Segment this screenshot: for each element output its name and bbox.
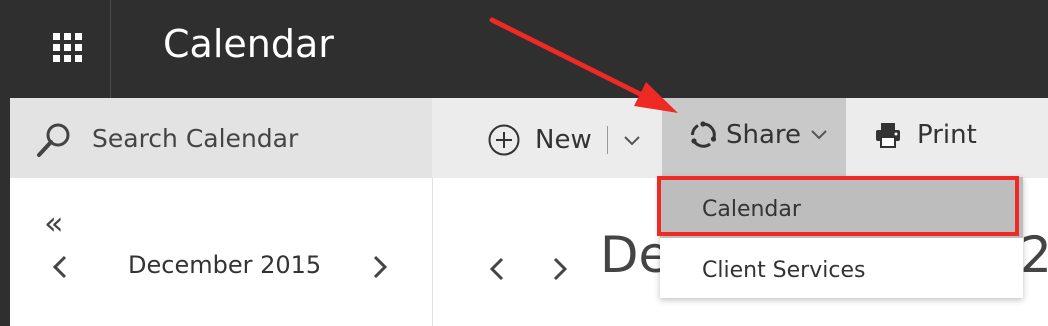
waffle-icon [53,33,86,66]
app-launcher-button[interactable] [10,0,111,98]
print-button[interactable]: Print [873,120,977,150]
search-input[interactable]: Search Calendar [92,124,298,153]
mini-calendar-month: December 2015 [128,251,322,279]
search-icon [37,123,70,157]
chevron-right-icon[interactable] [370,254,390,280]
chevron-right-icon[interactable] [550,256,570,282]
print-button-label: Print [917,120,977,150]
print-icon [876,123,900,148]
chevron-left-icon[interactable] [487,256,507,282]
menu-item-client-services[interactable]: Client Services [702,258,865,283]
annotation-highlight-box [657,176,1019,236]
chevron-down-icon[interactable] [623,134,641,148]
new-button-label: New [535,125,592,155]
chevron-down-icon [811,130,827,140]
share-button-content[interactable]: Share [688,120,829,150]
double-chevron-left-icon[interactable]: « [44,204,64,242]
toolbar-divider [607,126,608,154]
new-button[interactable]: New [487,120,592,160]
app-title: Calendar [163,22,334,66]
share-icon [691,121,717,148]
main-date-heading-end: 2 [1020,226,1048,284]
chevron-left-icon[interactable] [50,254,70,280]
plus-circle-icon [488,124,520,156]
top-bar [0,0,1048,98]
left-edge [0,98,10,326]
share-button-label: Share [726,120,802,150]
